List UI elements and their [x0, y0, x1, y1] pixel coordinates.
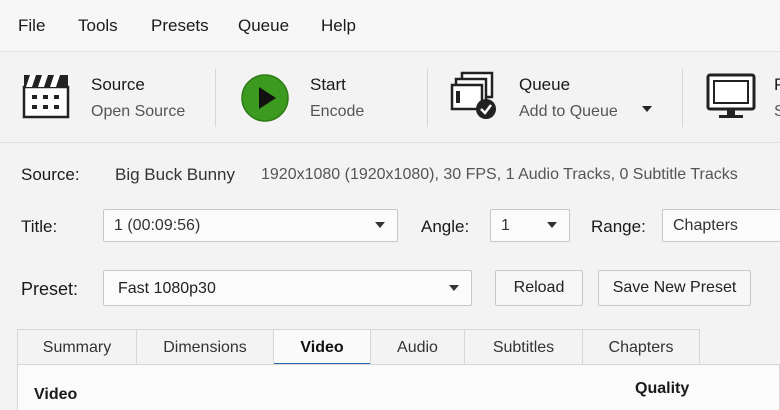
start-title: Start [310, 75, 346, 94]
play-icon [241, 74, 289, 122]
preset-select[interactable]: Fast 1080p30 [103, 270, 472, 306]
chevron-down-icon [449, 285, 459, 291]
video-panel: Video Quality [17, 364, 780, 410]
start-subtitle: Encode [310, 103, 365, 120]
angle-label: Angle: [421, 217, 470, 236]
tab-video[interactable]: Video [273, 329, 371, 365]
toolbar: Source Open Source Start Encode Queue Ad… [0, 53, 780, 143]
menu-file[interactable]: File [18, 16, 45, 36]
clapperboard-icon [22, 75, 70, 119]
tab-subtitles[interactable]: Subtitles [464, 329, 583, 365]
video-section-heading: Video [34, 386, 78, 403]
menu-tools[interactable]: Tools [78, 16, 118, 36]
title-select-value: 1 (00:09:56) [114, 217, 201, 234]
tab-summary[interactable]: Summary [17, 329, 137, 365]
tab-dimensions[interactable]: Dimensions [136, 329, 274, 365]
title-label: Title: [21, 217, 58, 236]
monitor-icon [706, 73, 756, 118]
range-select-value: Chapters [673, 217, 738, 234]
menu-presets[interactable]: Presets [151, 16, 209, 36]
toolbar-divider [427, 69, 428, 127]
angle-select[interactable]: 1 [490, 209, 570, 242]
angle-select-value: 1 [501, 217, 510, 234]
queue-dropdown-arrow-icon[interactable] [642, 106, 652, 112]
preset-select-value: Fast 1080p30 [118, 280, 216, 297]
source-subtitle: Open Source [91, 103, 186, 120]
tab-audio[interactable]: Audio [370, 329, 465, 365]
menu-help[interactable]: Help [321, 16, 356, 36]
source-name: Big Buck Bunny [115, 165, 236, 184]
queue-add-icon [450, 71, 496, 119]
range-select[interactable]: Chapters [662, 209, 780, 242]
queue-subtitle: Add to Queue [519, 103, 618, 120]
save-new-preset-button[interactable]: Save New Preset [598, 270, 751, 306]
menu-bar: File Tools Presets Queue Help [0, 0, 780, 52]
source-title: Source [91, 75, 145, 94]
preset-label: Preset: [21, 279, 79, 299]
quality-section-heading: Quality [635, 380, 690, 397]
source-label: Source: [21, 165, 80, 184]
chevron-down-icon [375, 222, 385, 228]
toolbar-divider [215, 69, 216, 127]
source-info: 1920x1080 (1920x1080), 30 FPS, 1 Audio T… [261, 166, 738, 183]
queue-title: Queue [519, 75, 571, 94]
preview-title: P [774, 75, 780, 94]
toolbar-divider [682, 69, 683, 127]
chevron-down-icon [547, 222, 557, 228]
preview-subtitle: S [774, 103, 780, 120]
menu-queue[interactable]: Queue [238, 16, 289, 36]
title-select[interactable]: 1 (00:09:56) [103, 209, 398, 242]
tab-chapters[interactable]: Chapters [582, 329, 700, 365]
reload-button[interactable]: Reload [495, 270, 583, 306]
range-label: Range: [591, 217, 646, 236]
